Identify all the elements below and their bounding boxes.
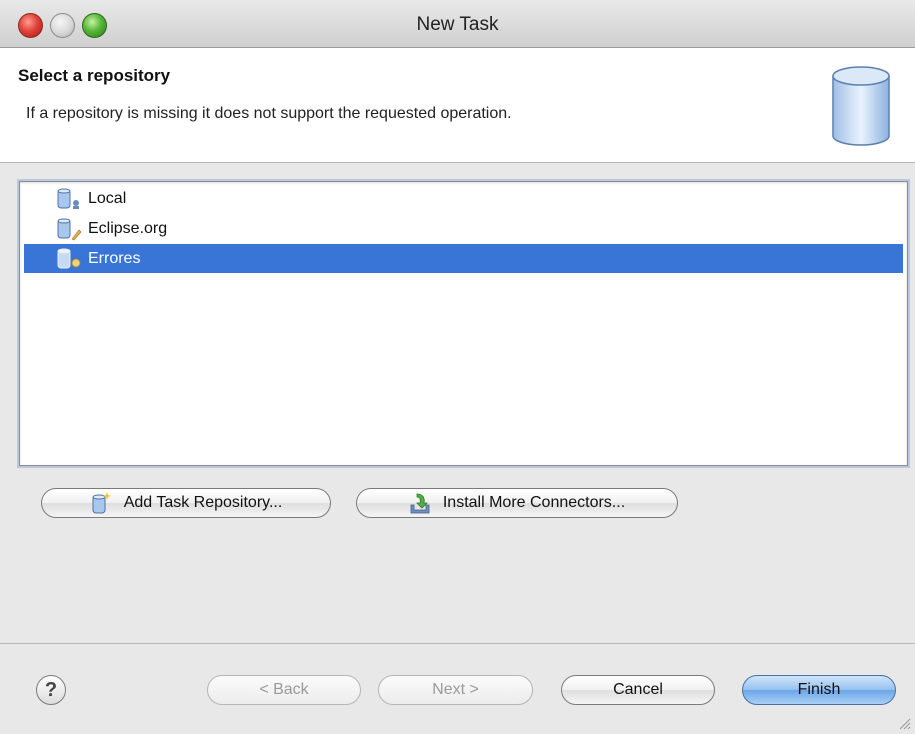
add-task-repository-label: Add Task Repository... [123, 494, 283, 511]
add-task-repository-button[interactable]: Add Task Repository... [41, 488, 331, 518]
eclipse-repository-icon [57, 218, 82, 240]
repository-item-local[interactable]: Local [24, 184, 903, 213]
window-title-bar: New Task [0, 0, 915, 48]
repository-label: Eclipse.org [88, 219, 168, 237]
repository-label: Local [88, 189, 127, 207]
install-more-connectors-label: Install More Connectors... [442, 494, 626, 511]
errores-repository-icon [57, 248, 81, 268]
add-repository-icon [92, 492, 111, 514]
page-title: Select a repository [18, 66, 171, 85]
repository-item-errores[interactable]: Errores [24, 244, 903, 273]
next-button[interactable]: Next > [378, 675, 533, 705]
cancel-button[interactable]: Cancel [561, 675, 715, 705]
resize-grip-icon[interactable] [897, 716, 911, 730]
repository-item-eclipse[interactable]: Eclipse.org [24, 214, 903, 243]
local-repository-icon [57, 188, 79, 209]
install-more-connectors-button[interactable]: Install More Connectors... [356, 488, 678, 518]
back-button[interactable]: < Back [207, 675, 361, 705]
install-connectors-icon [410, 493, 430, 514]
finish-button[interactable]: Finish [742, 675, 896, 705]
repository-label: Errores [88, 249, 141, 267]
help-button[interactable]: ? [36, 675, 66, 705]
window-title: New Task [416, 14, 499, 35]
footer-separator [0, 643, 915, 644]
repository-cylinder-icon [832, 66, 890, 146]
repository-list[interactable]: Local Eclipse.org Errores [17, 179, 910, 468]
wizard-header: Select a repository If a repository is m… [0, 48, 915, 163]
page-description: If a repository is missing it does not s… [26, 105, 512, 122]
